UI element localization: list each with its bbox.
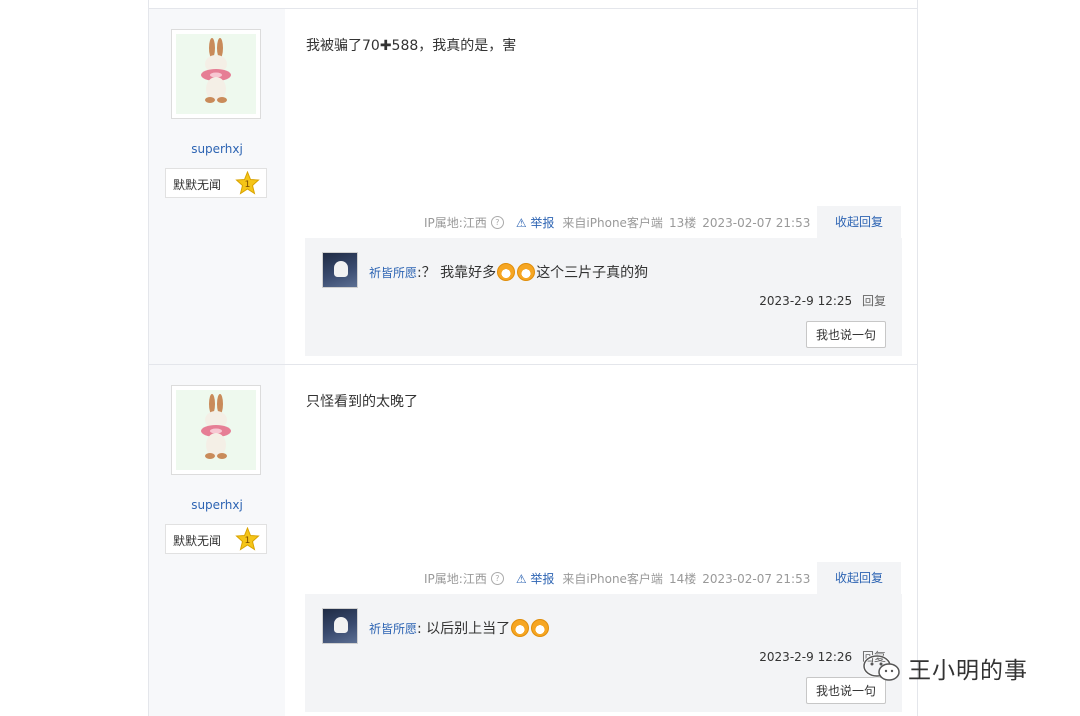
author-sidebar: superhxj 默默无闻 1 <box>149 9 285 364</box>
post-tail: IP属地:江西 ? ⚠ 举报 来自iPhone客户端 13楼 2023-02-0… <box>424 214 816 231</box>
reply-time: 2023-2-9 12:25 <box>759 294 853 308</box>
reply-box: 祈皆所愿 :？ 我靠好多 这个三片子真的狗 2023-2-9 12:25 回复 … <box>305 238 902 356</box>
reply-text-tail: 这个三片子真的狗 <box>536 265 649 281</box>
reply-meta: 2023-2-9 12:25 回复 <box>759 292 886 309</box>
collapse-replies-button[interactable]: 收起回复 <box>817 562 901 594</box>
author-sidebar: superhxj 默默无闻 1 <box>149 365 285 716</box>
author-avatar[interactable] <box>171 385 261 475</box>
cry-emoji-icon <box>497 263 516 281</box>
client-source: 来自iPhone客户端 <box>562 572 663 586</box>
level-badge[interactable]: 默默无闻 1 <box>165 524 267 554</box>
ghost-avatar-icon <box>334 261 348 277</box>
reply-user[interactable]: 祈皆所愿 <box>369 264 417 281</box>
level-badge[interactable]: 默默无闻 1 <box>165 168 267 198</box>
say-something-button[interactable]: 我也说一句 <box>806 321 886 348</box>
ip-location: IP属地:江西 <box>424 216 487 230</box>
post-time: 2023-02-07 21:53 <box>702 571 811 586</box>
report-label: 举报 <box>530 572 555 586</box>
level-star-icon: 1 <box>235 171 260 195</box>
level-number: 1 <box>245 180 251 190</box>
reply-text: :？ 我靠好多 <box>417 265 497 281</box>
reply-time: 2023-2-9 12:26 <box>759 650 853 664</box>
reply-link[interactable]: 回复 <box>862 294 886 308</box>
post-time: 2023-02-07 21:53 <box>702 215 811 230</box>
bunny-avatar-icon <box>201 38 231 103</box>
cry-emoji-icon <box>517 263 536 281</box>
post-tail: IP属地:江西 ? ⚠ 举报 来自iPhone客户端 14楼 2023-02-0… <box>424 570 816 587</box>
report-link[interactable]: ⚠ 举报 <box>516 570 555 587</box>
reply-avatar[interactable] <box>322 252 358 288</box>
post-14: superhxj 默默无闻 1 只怪看到的太晚了 IP属地:江西 ? ⚠ 举报 … <box>149 365 917 716</box>
cry-emoji-icon <box>511 619 530 637</box>
help-icon[interactable]: ? <box>490 572 504 585</box>
author-avatar[interactable] <box>171 29 261 119</box>
cry-emoji-icon <box>531 619 550 637</box>
post-content: 只怪看到的太晚了 <box>306 394 418 410</box>
level-name: 默默无闻 <box>173 178 222 192</box>
author-name[interactable]: superhxj <box>149 142 285 156</box>
bunny-avatar-icon <box>201 394 231 459</box>
post-content: 我被骗了70✚588，我真的是，害 <box>306 38 517 54</box>
report-label: 举报 <box>530 216 555 230</box>
watermark-text: 王小明的事 <box>908 658 1028 684</box>
reply-avatar[interactable] <box>322 608 358 644</box>
thread-container: superhxj 默默无闻 1 我被骗了70✚588，我真的是，害 IP属地:江… <box>148 0 918 716</box>
floor-number: 14楼 <box>668 572 697 586</box>
help-icon[interactable]: ? <box>490 216 504 229</box>
report-link[interactable]: ⚠ 举报 <box>516 214 555 231</box>
ghost-avatar-icon <box>334 617 348 633</box>
watermark: 王小明的事 <box>862 651 1028 685</box>
reply-line: 祈皆所愿 : 以后别上当了 <box>369 618 550 638</box>
reply-line: 祈皆所愿 :？ 我靠好多 这个三片子真的狗 <box>369 262 648 282</box>
level-number: 1 <box>245 536 251 546</box>
ip-location: IP属地:江西 <box>424 572 487 586</box>
author-name[interactable]: superhxj <box>149 498 285 512</box>
reply-text: : 以后别上当了 <box>417 621 511 637</box>
reply-box: 祈皆所愿 : 以后别上当了 2023-2-9 12:26 回复 我也说一句 <box>305 594 902 712</box>
client-source: 来自iPhone客户端 <box>562 216 663 230</box>
reply-user[interactable]: 祈皆所愿 <box>369 620 417 637</box>
floor-number: 13楼 <box>668 216 697 230</box>
collapse-replies-button[interactable]: 收起回复 <box>817 206 901 238</box>
wechat-icon <box>862 654 900 681</box>
post-13: superhxj 默默无闻 1 我被骗了70✚588，我真的是，害 IP属地:江… <box>149 9 917 365</box>
level-name: 默默无闻 <box>173 534 222 548</box>
level-star-icon: 1 <box>235 527 260 551</box>
